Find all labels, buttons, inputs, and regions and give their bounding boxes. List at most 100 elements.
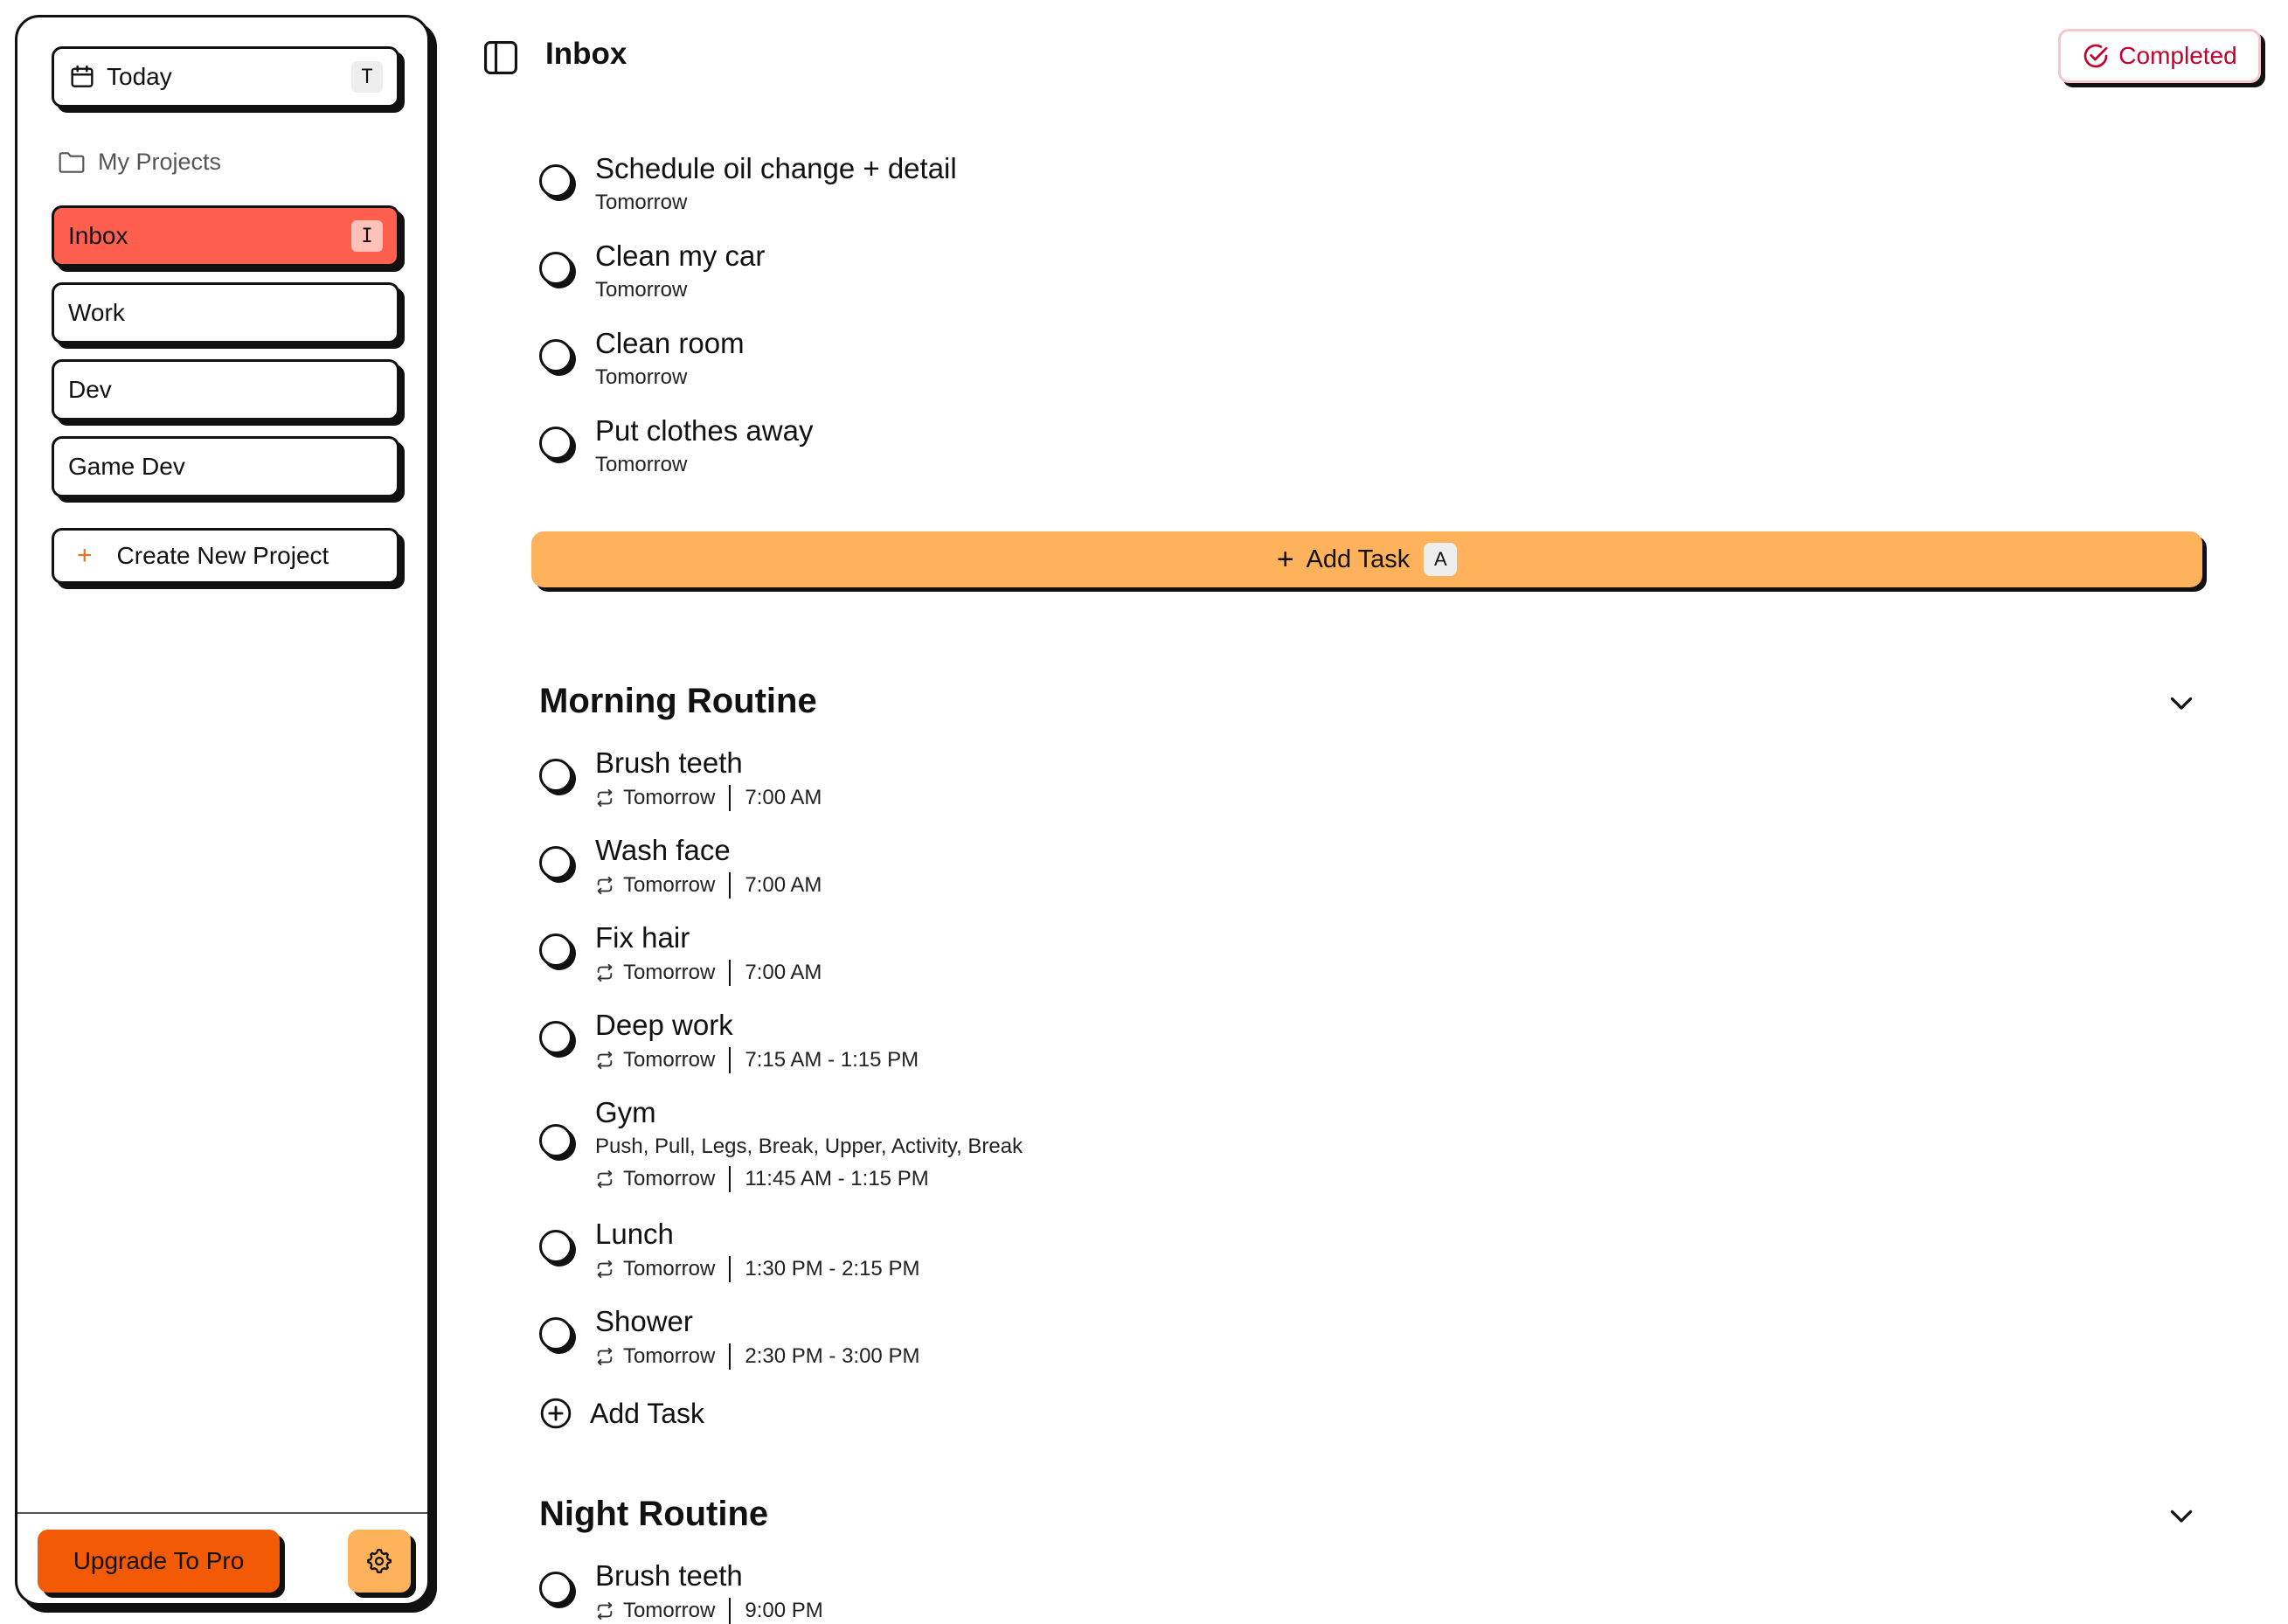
today-button[interactable]: Today T [52,46,399,108]
add-task-button[interactable]: + Add Task A [531,531,2202,587]
plus-circle-icon [540,1398,572,1429]
settings-button[interactable] [348,1530,411,1593]
task-checkbox[interactable] [539,1124,572,1157]
task-checkbox[interactable] [539,1021,572,1054]
page-title: Inbox [545,37,627,71]
repeat-icon [597,876,613,895]
sidebar-toggle-icon[interactable] [482,38,520,77]
task-title[interactable]: Shower [595,1305,693,1338]
task-due: Tomorrow [595,365,688,389]
repeat-icon [597,1169,613,1189]
section-title: Morning Routine [539,682,817,720]
completed-label: Completed [2118,42,2237,69]
task-checkbox[interactable] [539,427,572,460]
folder-icon [59,151,85,173]
task-meta: Tomorrow 7:00 AM [595,785,822,811]
task-due: Tomorrow [595,191,688,214]
create-project-label: Create New Project [116,542,329,569]
meta-divider [729,1343,731,1370]
task-meta: Tomorrow 7:00 AM [595,960,822,986]
project-label: Inbox [68,222,128,249]
my-projects-label: My Projects [98,149,222,175]
task-meta: Tomorrow 7:00 AM [595,872,822,899]
calendar-icon [71,65,94,87]
sidebar-divider [17,1512,427,1514]
inbox-shortcut: I [351,220,383,252]
task-checkbox[interactable] [539,933,572,967]
meta-divider [729,1256,731,1282]
task-time: 7:00 AM [745,873,822,897]
meta-divider [729,1047,731,1073]
task-due: Tomorrow [623,1344,716,1368]
task-title[interactable]: Schedule oil change + detail [595,152,957,185]
today-label: Today [107,63,172,90]
upgrade-button[interactable]: Upgrade To Pro [38,1530,280,1593]
task-due: Tomorrow [595,278,688,302]
task-title[interactable]: Clean room [595,327,745,360]
my-projects-header: My Projects [58,149,221,176]
task-checkbox[interactable] [539,164,572,198]
task-time: 1:30 PM - 2:15 PM [745,1257,920,1280]
task-time: 7:15 AM - 1:15 PM [745,1048,919,1072]
create-project-button[interactable]: + Create New Project [52,528,399,584]
task-meta: Tomorrow 2:30 PM - 3:00 PM [595,1343,919,1370]
completed-button[interactable]: Completed [2058,29,2261,83]
task-checkbox[interactable] [539,759,572,792]
chevron-down-icon[interactable] [2166,687,2197,718]
repeat-icon [597,963,613,982]
task-time: 7:00 AM [745,786,822,809]
task-checkbox[interactable] [539,1317,572,1350]
task-title[interactable]: Brush teeth [595,1559,743,1593]
task-title[interactable]: Put clothes away [595,414,813,448]
task-checkbox[interactable] [539,846,572,879]
task-title[interactable]: Fix hair [595,921,690,954]
task-due: Tomorrow [623,1167,716,1190]
task-meta: Tomorrow 1:30 PM - 2:15 PM [595,1256,919,1282]
task-checkbox[interactable] [539,1572,572,1605]
task-title[interactable]: Brush teeth [595,746,743,780]
add-task-inline-label: Add Task [590,1397,705,1429]
task-title[interactable]: Wash face [595,834,731,867]
add-task-inline-button[interactable]: Add Task [539,1397,704,1430]
repeat-icon [597,1601,613,1621]
task-due: Tomorrow [595,453,688,476]
task-due: Tomorrow [623,1257,716,1280]
sidebar: Today T My Projects Inbox I Work Dev Gam… [15,15,430,1606]
repeat-icon [597,1051,613,1070]
project-game-dev[interactable]: Game Dev [52,436,399,497]
task-title[interactable]: Gym [595,1096,656,1129]
section-title: Night Routine [539,1495,769,1533]
task-title[interactable]: Lunch [595,1218,674,1251]
task-checkbox[interactable] [539,252,572,285]
repeat-icon [597,1260,613,1279]
repeat-icon [597,1347,613,1366]
meta-divider [729,960,731,986]
task-time: 9:00 PM [745,1599,823,1622]
meta-divider [729,785,731,811]
task-due: Tomorrow [623,961,716,984]
today-shortcut: T [351,61,383,93]
task-meta: Tomorrow 9:00 PM [595,1598,823,1624]
project-dev[interactable]: Dev [52,359,399,420]
project-inbox[interactable]: Inbox I [52,205,399,267]
chevron-down-icon[interactable] [2166,1500,2197,1531]
check-circle-icon [2083,44,2108,68]
project-work[interactable]: Work [52,282,399,344]
task-title[interactable]: Deep work [595,1009,733,1042]
meta-divider [729,872,731,899]
upgrade-label: Upgrade To Pro [73,1547,245,1574]
task-due: Tomorrow [623,1048,716,1072]
task-description: Push, Pull, Legs, Break, Upper, Activity… [595,1135,1023,1158]
project-label: Game Dev [68,453,185,480]
task-title[interactable]: Clean my car [595,239,765,273]
gear-icon [367,1548,392,1573]
meta-divider [729,1598,731,1624]
task-time: 7:00 AM [745,961,822,984]
add-task-label: Add Task [1306,545,1411,573]
task-due: Tomorrow [623,786,716,809]
task-due: Tomorrow [623,1599,716,1622]
task-checkbox[interactable] [539,339,572,372]
project-label: Dev [68,376,112,403]
task-checkbox[interactable] [539,1230,572,1263]
plus-icon: + [1276,542,1294,576]
